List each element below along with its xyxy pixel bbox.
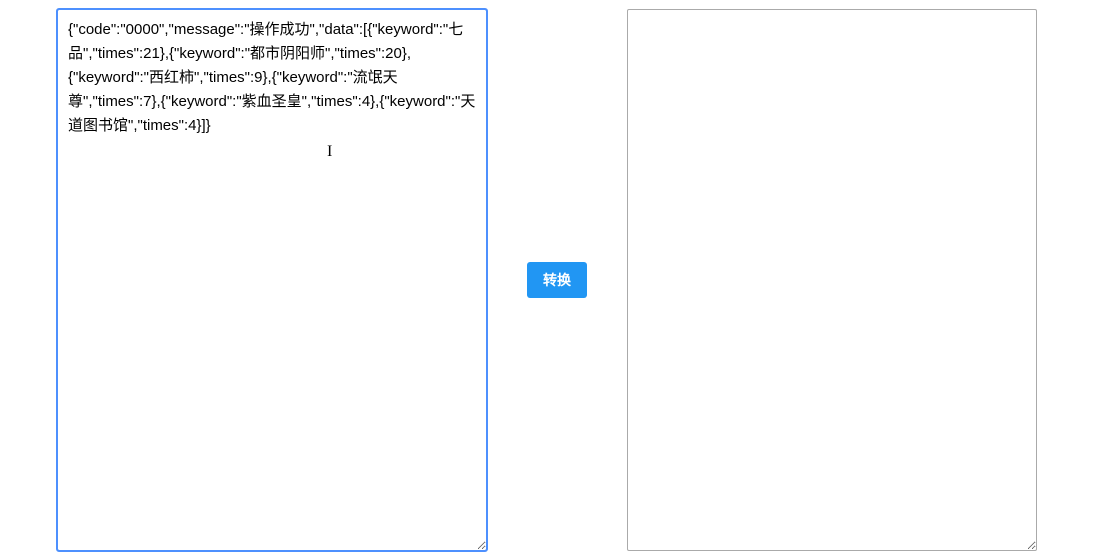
json-output-textarea[interactable] [627, 9, 1037, 551]
json-input-textarea[interactable] [57, 9, 487, 551]
middle-controls: 转换 [527, 262, 587, 298]
convert-button[interactable]: 转换 [527, 262, 587, 298]
converter-container: I 转换 [0, 0, 1094, 559]
